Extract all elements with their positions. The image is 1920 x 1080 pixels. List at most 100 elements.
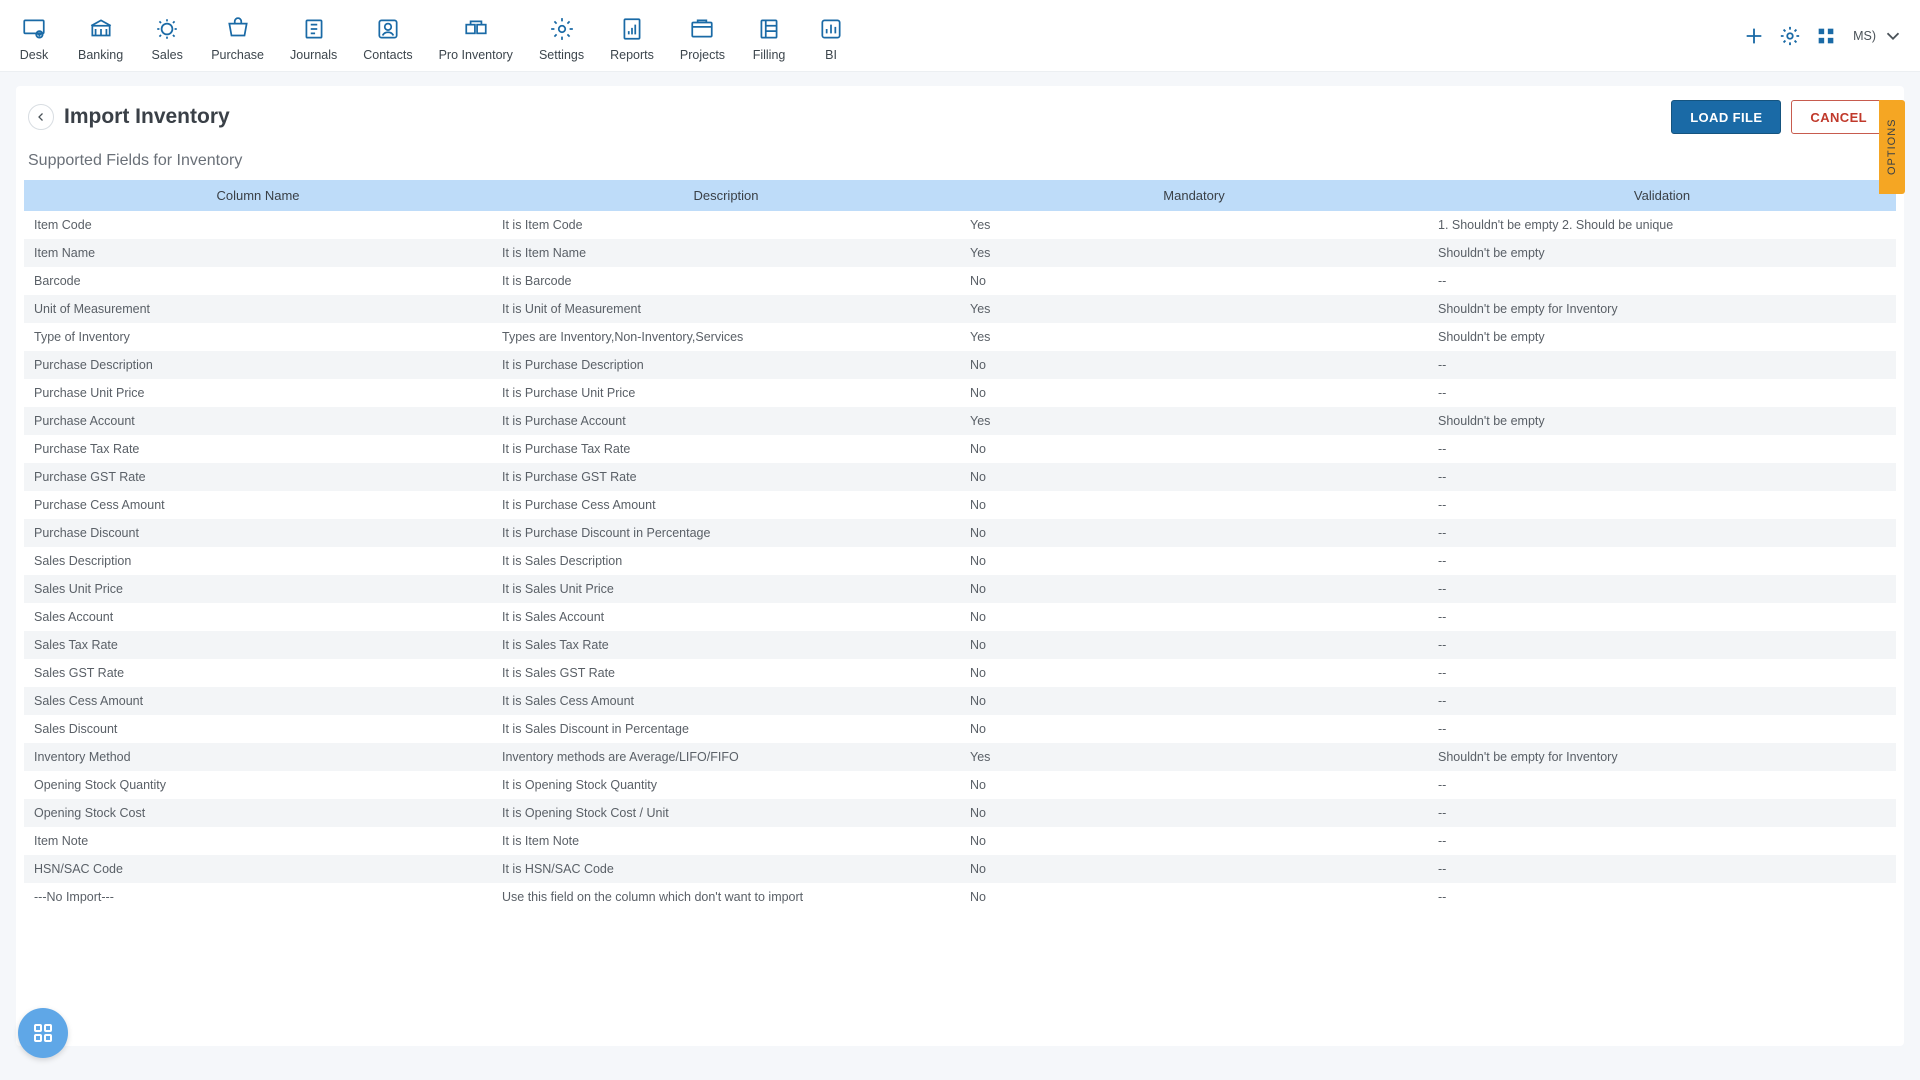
table-cell: Purchase Discount	[24, 519, 492, 547]
nav-label: Settings	[539, 48, 584, 62]
nav-item-bi[interactable]: BI	[809, 10, 853, 62]
nav-item-proinventory[interactable]: Pro Inventory	[435, 10, 517, 62]
table-cell: Sales Cess Amount	[24, 687, 492, 715]
table-cell: --	[1428, 799, 1896, 827]
table-row: Sales DiscountIt is Sales Discount in Pe…	[24, 715, 1896, 743]
table-cell: Shouldn't be empty	[1428, 407, 1896, 435]
table-cell: No	[960, 631, 1428, 659]
head-actions: LOAD FILE CANCEL	[1671, 100, 1892, 134]
table-cell: It is Item Name	[492, 239, 960, 267]
gear-icon[interactable]	[1777, 23, 1803, 49]
nav-item-projects[interactable]: Projects	[676, 10, 729, 62]
apps-fab[interactable]	[18, 1008, 68, 1058]
nav-label: Purchase	[211, 48, 264, 62]
table-cell: --	[1428, 631, 1896, 659]
table-cell: --	[1428, 575, 1896, 603]
table-cell: Use this field on the column which don't…	[492, 883, 960, 911]
table-cell: Purchase Unit Price	[24, 379, 492, 407]
back-button[interactable]	[28, 104, 54, 130]
nav-item-banking[interactable]: Banking	[74, 10, 127, 62]
nav-label: Reports	[610, 48, 654, 62]
table-cell: --	[1428, 855, 1896, 883]
nav-item-reports[interactable]: Reports	[606, 10, 658, 62]
table-cell: Purchase Account	[24, 407, 492, 435]
settings-icon	[544, 14, 580, 44]
table-cell: Inventory Method	[24, 743, 492, 771]
cancel-button[interactable]: CANCEL	[1791, 100, 1886, 134]
th-column-name: Column Name	[24, 180, 492, 211]
table-cell: --	[1428, 827, 1896, 855]
nav-item-journals[interactable]: Journals	[286, 10, 341, 62]
load-file-button[interactable]: LOAD FILE	[1671, 100, 1781, 134]
table-row: Item NoteIt is Item NoteNo--	[24, 827, 1896, 855]
nav-item-purchase[interactable]: Purchase	[207, 10, 268, 62]
table-cell: --	[1428, 463, 1896, 491]
table-cell: Sales Account	[24, 603, 492, 631]
table-cell: Purchase GST Rate	[24, 463, 492, 491]
table-cell: It is Sales Discount in Percentage	[492, 715, 960, 743]
table-cell: No	[960, 519, 1428, 547]
table-cell: Type of Inventory	[24, 323, 492, 351]
table-cell: Shouldn't be empty for Inventory	[1428, 743, 1896, 771]
nav-label: Desk	[20, 48, 48, 62]
table-cell: No	[960, 435, 1428, 463]
desk-icon	[16, 14, 52, 44]
table-cell: No	[960, 351, 1428, 379]
nav-item-desk[interactable]: Desk	[12, 10, 56, 62]
nav-item-settings[interactable]: Settings	[535, 10, 588, 62]
table-cell: It is Sales Account	[492, 603, 960, 631]
table-cell: No	[960, 799, 1428, 827]
table-cell: Sales Discount	[24, 715, 492, 743]
table-cell: Item Note	[24, 827, 492, 855]
nav-items: Desk Banking Sales Purchase Journals Con…	[12, 10, 853, 62]
table-cell: Purchase Description	[24, 351, 492, 379]
table-cell: ---No Import---	[24, 883, 492, 911]
nav-item-sales[interactable]: Sales	[145, 10, 189, 62]
th-validation: Validation	[1428, 180, 1896, 211]
table-cell: It is Item Code	[492, 211, 960, 239]
nav-label: Sales	[152, 48, 183, 62]
table-cell: It is Opening Stock Cost / Unit	[492, 799, 960, 827]
table-cell: It is Sales Description	[492, 547, 960, 575]
options-tab[interactable]: OPTIONS	[1879, 100, 1905, 194]
table-row: HSN/SAC CodeIt is HSN/SAC CodeNo--	[24, 855, 1896, 883]
projects-icon	[684, 14, 720, 44]
th-mandatory: Mandatory	[960, 180, 1428, 211]
table-cell: It is HSN/SAC Code	[492, 855, 960, 883]
user-name: MS)	[1853, 29, 1876, 43]
th-description: Description	[492, 180, 960, 211]
table-cell: Opening Stock Quantity	[24, 771, 492, 799]
sales-icon	[149, 14, 185, 44]
table-cell: Yes	[960, 743, 1428, 771]
table-cell: It is Barcode	[492, 267, 960, 295]
table-cell: --	[1428, 491, 1896, 519]
table-cell: Yes	[960, 239, 1428, 267]
table-cell: It is Unit of Measurement	[492, 295, 960, 323]
table-cell: Sales Unit Price	[24, 575, 492, 603]
table-cell: --	[1428, 547, 1896, 575]
purchase-icon	[220, 14, 256, 44]
table-cell: --	[1428, 267, 1896, 295]
add-icon[interactable]	[1741, 23, 1767, 49]
table-cell: It is Sales GST Rate	[492, 659, 960, 687]
grid-icon	[31, 1021, 55, 1045]
table-row: Opening Stock CostIt is Opening Stock Co…	[24, 799, 1896, 827]
nav-item-filling[interactable]: Filling	[747, 10, 791, 62]
user-menu[interactable]: MS)	[1849, 25, 1908, 47]
nav-item-contacts[interactable]: Contacts	[359, 10, 416, 62]
sub-heading: Supported Fields for Inventory	[24, 146, 1896, 180]
banking-icon	[83, 14, 119, 44]
table-cell: Shouldn't be empty	[1428, 239, 1896, 267]
reports-icon	[614, 14, 650, 44]
table-cell: --	[1428, 351, 1896, 379]
table-cell: Shouldn't be empty for Inventory	[1428, 295, 1896, 323]
table-cell: It is Purchase Account	[492, 407, 960, 435]
table-row: Purchase DiscountIt is Purchase Discount…	[24, 519, 1896, 547]
table-cell: --	[1428, 603, 1896, 631]
nav-right: MS)	[1741, 23, 1908, 49]
table-cell: It is Purchase Discount in Percentage	[492, 519, 960, 547]
apps-icon[interactable]	[1813, 23, 1839, 49]
table-cell: No	[960, 547, 1428, 575]
table-cell: Sales GST Rate	[24, 659, 492, 687]
table-cell: Purchase Cess Amount	[24, 491, 492, 519]
